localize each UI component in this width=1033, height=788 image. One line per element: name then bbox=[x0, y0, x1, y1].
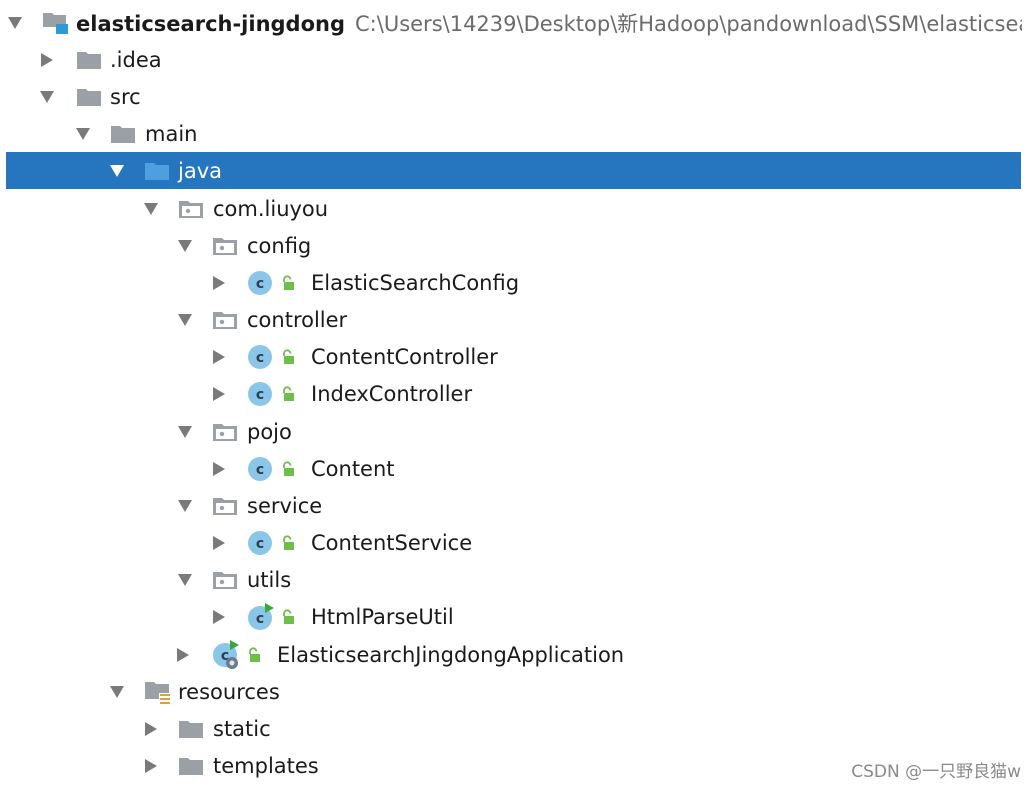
tree-label: src bbox=[110, 84, 141, 109]
tree-label: HtmlParseUtil bbox=[311, 604, 454, 629]
tree-row-resources[interactable]: resources bbox=[0, 673, 1022, 710]
tree-label: ElasticsearchJingdongApplication bbox=[277, 642, 625, 667]
expand-arrow-down-icon[interactable] bbox=[110, 685, 124, 699]
project-tree: elasticsearch-jingdong C:\Users\14239\Des… bbox=[0, 0, 1033, 788]
tree-label: Content bbox=[311, 456, 395, 481]
folder-icon bbox=[110, 124, 136, 144]
tree-row-content[interactable]: Content bbox=[0, 450, 1022, 487]
tree-row-pojo[interactable]: pojo bbox=[0, 413, 1022, 450]
source-root-folder-icon bbox=[144, 161, 170, 181]
tree-row-elastic-search-config[interactable]: ElasticSearchConfig bbox=[0, 264, 1022, 301]
expand-arrow-down-icon[interactable] bbox=[8, 16, 22, 30]
package-folder-icon bbox=[212, 570, 238, 590]
tree-label: ContentService bbox=[311, 530, 473, 555]
package-folder-icon bbox=[212, 310, 238, 330]
tree-row-content-service[interactable]: ContentService bbox=[0, 524, 1022, 561]
tree-label: com.liuyou bbox=[213, 196, 329, 221]
tree-row-src[interactable]: src bbox=[0, 78, 1022, 115]
tree-label: pojo bbox=[247, 419, 292, 444]
folder-icon bbox=[76, 50, 102, 70]
expand-arrow-right-icon[interactable] bbox=[176, 647, 190, 662]
tree-label: templates bbox=[213, 753, 319, 778]
expand-arrow-down-icon[interactable] bbox=[76, 127, 90, 141]
expand-arrow-down-icon[interactable] bbox=[144, 202, 158, 216]
package-folder-icon bbox=[212, 496, 238, 516]
tree-label: controller bbox=[247, 307, 348, 332]
public-access-lock-icon bbox=[280, 275, 296, 291]
watermark: CSDN @一只野良猫w bbox=[851, 762, 1021, 782]
tree-label: main bbox=[145, 121, 198, 146]
package-folder-icon bbox=[212, 236, 238, 256]
java-class-icon bbox=[247, 381, 273, 407]
java-class-icon bbox=[247, 456, 273, 482]
tree-row-config[interactable]: config bbox=[0, 227, 1022, 264]
module-icon bbox=[42, 11, 70, 35]
tree-label: utils bbox=[247, 567, 292, 592]
expand-arrow-right-icon[interactable] bbox=[212, 275, 226, 290]
tree-row-application[interactable]: ElasticsearchJingdongApplication bbox=[0, 636, 1022, 673]
tree-label: config bbox=[247, 233, 312, 258]
expand-arrow-down-icon[interactable] bbox=[110, 164, 124, 178]
tree-label: IndexController bbox=[311, 381, 473, 406]
java-class-icon bbox=[247, 344, 273, 370]
expand-arrow-right-icon[interactable] bbox=[212, 535, 226, 550]
tree-label: .idea bbox=[110, 47, 162, 72]
folder-icon bbox=[178, 719, 204, 739]
public-access-lock-icon bbox=[280, 386, 296, 402]
expand-arrow-down-icon[interactable] bbox=[40, 90, 54, 104]
public-access-lock-icon bbox=[246, 647, 262, 663]
expand-arrow-down-icon[interactable] bbox=[178, 425, 192, 439]
tree-row-index-controller[interactable]: IndexController bbox=[0, 375, 1022, 412]
expand-arrow-down-icon[interactable] bbox=[178, 239, 192, 253]
expand-arrow-down-icon[interactable] bbox=[178, 499, 192, 513]
expand-arrow-right-icon[interactable] bbox=[212, 349, 226, 364]
public-access-lock-icon bbox=[280, 461, 296, 477]
tree-label: service bbox=[247, 493, 323, 518]
java-class-icon bbox=[247, 270, 273, 296]
tree-label: java bbox=[178, 158, 222, 183]
tree-row-java-selected[interactable]: java bbox=[6, 152, 1021, 189]
tree-row-content-controller[interactable]: ContentController bbox=[0, 338, 1022, 375]
tree-row-idea[interactable]: .idea bbox=[0, 41, 1022, 78]
tree-row-controller[interactable]: controller bbox=[0, 301, 1022, 338]
java-class-icon bbox=[247, 530, 273, 556]
package-folder-icon bbox=[178, 199, 204, 219]
expand-arrow-down-icon[interactable] bbox=[178, 313, 192, 327]
public-access-lock-icon bbox=[280, 349, 296, 365]
resources-root-folder-icon bbox=[144, 678, 174, 706]
public-access-lock-icon bbox=[280, 535, 296, 551]
folder-icon bbox=[178, 756, 204, 776]
tree-label: resources bbox=[178, 679, 280, 704]
tree-row-service[interactable]: service bbox=[0, 487, 1022, 524]
expand-arrow-right-icon[interactable] bbox=[212, 386, 226, 401]
expand-arrow-right-icon[interactable] bbox=[144, 721, 158, 736]
expand-arrow-down-icon[interactable] bbox=[178, 573, 192, 587]
expand-arrow-right-icon[interactable] bbox=[212, 609, 226, 624]
expand-arrow-right-icon[interactable] bbox=[212, 461, 226, 476]
folder-icon bbox=[76, 87, 102, 107]
tree-row-utils[interactable]: utils bbox=[0, 561, 1022, 598]
tree-row-html-parse-util[interactable]: HtmlParseUtil bbox=[0, 598, 1022, 635]
package-folder-icon bbox=[212, 422, 238, 442]
expand-arrow-right-icon[interactable] bbox=[40, 52, 54, 67]
tree-row-project-root[interactable]: elasticsearch-jingdong C:\Users\14239\Des… bbox=[0, 4, 1022, 41]
tree-label: ElasticSearchConfig bbox=[311, 270, 520, 295]
spring-boot-application-icon bbox=[212, 639, 244, 671]
runnable-class-icon bbox=[247, 602, 277, 631]
tree-row-static[interactable]: static bbox=[0, 710, 1022, 747]
tree-row-package[interactable]: com.liuyou bbox=[0, 190, 1022, 227]
public-access-lock-icon bbox=[280, 609, 296, 625]
project-name: elasticsearch-jingdong bbox=[76, 11, 346, 36]
tree-label: static bbox=[213, 716, 271, 741]
tree-row-main[interactable]: main bbox=[0, 115, 1022, 152]
tree-label: ContentController bbox=[311, 344, 498, 369]
expand-arrow-right-icon[interactable] bbox=[144, 758, 158, 773]
project-path: C:\Users\14239\Desktop\新Hadoop\pandownlo… bbox=[355, 11, 1022, 36]
